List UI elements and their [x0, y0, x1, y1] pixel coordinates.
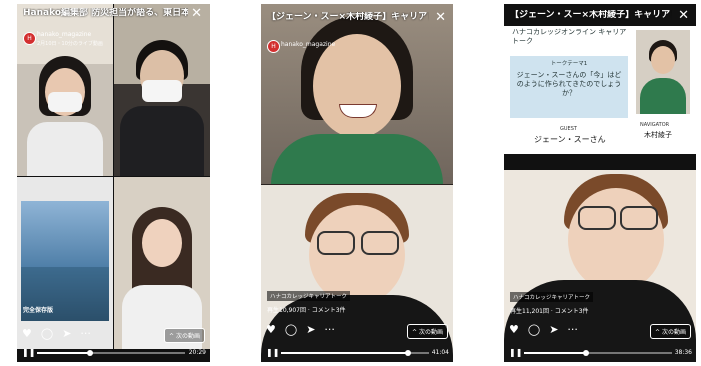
magazine-cover-tile: 完全保存版	[17, 177, 113, 349]
guest-label: GUEST	[560, 126, 577, 132]
guest-name: ジェーン・スーさん	[534, 135, 606, 144]
close-icon[interactable]: ✕	[191, 7, 202, 20]
series-tag: ハナコカレッジキャリアトーク	[510, 292, 594, 302]
time-remaining: 20:29	[188, 349, 206, 356]
chevron-up-icon: ^	[169, 333, 175, 340]
next-video-label: 次の動画	[175, 333, 200, 340]
account-name[interactable]: hanako_magazine	[37, 31, 91, 38]
view-stats: 再生11,201回 · コメント3件	[510, 308, 589, 315]
more-icon[interactable]: ···	[324, 324, 335, 335]
video-subtitle: 2月10日・10分のライブ動画	[37, 41, 103, 47]
progress-fill	[37, 352, 91, 354]
close-icon[interactable]: ✕	[678, 9, 689, 22]
participant-tile-3	[114, 177, 210, 349]
slide-question: ジェーン・スーさんの「今」はどのように作られてきたのでしょうか？	[516, 71, 622, 97]
share-icon[interactable]: ➤	[306, 324, 315, 335]
participant-tile-1	[17, 4, 113, 176]
account-name[interactable]: hanako_magazine	[281, 41, 335, 48]
chevron-up-icon: ^	[655, 329, 661, 336]
progress-fill	[524, 352, 587, 354]
time-remaining: 38:36	[674, 349, 692, 356]
video-panel-3[interactable]: ハナコカレッジオンライン キャリアトーク トークテーマ1 ジェーン・スーさんの「…	[504, 4, 696, 362]
action-bar: ♥ ◯ ➤ ···	[22, 328, 91, 339]
share-icon[interactable]: ➤	[549, 324, 558, 335]
view-stats: 再生10,907回 · コメント3件	[267, 307, 346, 314]
action-bar: ♥ ◯ ➤ ···	[509, 324, 578, 335]
next-video-label: 次の動画	[661, 329, 686, 336]
navigator-photo	[636, 30, 690, 114]
comment-icon[interactable]: ◯	[285, 324, 297, 335]
video-panel-2[interactable]: 【ジェーン・スー×木村綾子】キャリアトーク ✕ H hanako_magazin…	[261, 4, 453, 362]
heart-icon[interactable]: ♥	[509, 324, 519, 335]
account-avatar[interactable]: H	[267, 40, 280, 53]
next-video-button[interactable]: ^ 次の動画	[650, 324, 691, 339]
slide-heading: ハナコカレッジオンライン キャリアトーク	[512, 28, 627, 45]
close-icon[interactable]: ✕	[435, 11, 446, 24]
presentation-slide: ハナコカレッジオンライン キャリアトーク トークテーマ1 ジェーン・スーさんの「…	[504, 26, 696, 154]
video-title: 【ジェーン・スー×木村綾子】キャリアトーク	[510, 10, 672, 20]
comment-icon[interactable]: ◯	[41, 328, 53, 339]
time-remaining: 41:04	[431, 349, 449, 356]
progress-fill	[281, 352, 409, 354]
progress-bar[interactable]	[524, 350, 672, 356]
chevron-up-icon: ^	[412, 329, 418, 336]
heart-icon[interactable]: ♥	[266, 324, 276, 335]
slide-theme: トークテーマ1	[550, 61, 588, 67]
more-icon[interactable]: ···	[80, 328, 91, 339]
pause-icon[interactable]: ❚❚	[266, 349, 279, 357]
next-video-button[interactable]: ^ 次の動画	[164, 328, 205, 343]
series-tag: ハナコカレッジキャリアトーク	[267, 291, 351, 301]
pause-icon[interactable]: ❚❚	[509, 349, 522, 357]
account-avatar[interactable]: H	[23, 32, 36, 45]
next-video-button[interactable]: ^ 次の動画	[407, 324, 448, 339]
pause-icon[interactable]: ❚❚	[22, 349, 35, 357]
comment-icon[interactable]: ◯	[528, 324, 540, 335]
video-title: Hanako編集部 防災担当が語る、東日本大震災から10年、我らの「現在地」。	[23, 8, 188, 18]
action-bar: ♥ ◯ ➤ ···	[266, 324, 335, 335]
progress-knob[interactable]	[87, 350, 94, 356]
navigator-label: NAVIGATOR	[640, 122, 670, 128]
host-video-tile	[261, 4, 453, 184]
video-title: 【ジェーン・スー×木村綾子】キャリアトーク	[267, 12, 429, 22]
video-panel-1[interactable]: 完全保存版 Hanako編集部 防災担当が語る、東日本大震災から10年、我らの「…	[17, 4, 210, 362]
next-video-label: 次の動画	[418, 329, 443, 336]
share-icon[interactable]: ➤	[62, 328, 71, 339]
heart-icon[interactable]: ♥	[22, 328, 32, 339]
progress-bar[interactable]	[281, 350, 429, 356]
slide-question-panel: トークテーマ1 ジェーン・スーさんの「今」はどのように作られてきたのでしょうか？	[510, 56, 628, 118]
progress-bar[interactable]	[37, 350, 185, 356]
participant-tile-2	[114, 4, 210, 176]
magazine-label: 完全保存版	[23, 307, 54, 314]
more-icon[interactable]: ···	[567, 324, 578, 335]
navigator-name: 木村綾子	[644, 131, 672, 139]
